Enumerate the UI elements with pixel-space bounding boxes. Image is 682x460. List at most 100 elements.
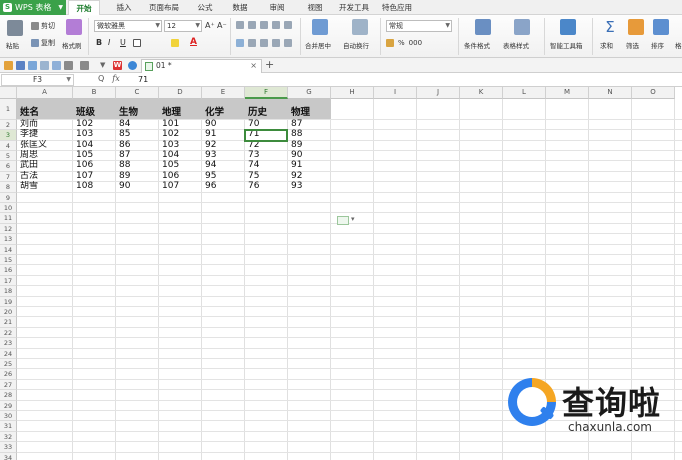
table-style-icon[interactable] [514,19,530,35]
row-header[interactable]: 26 [0,369,17,380]
row-header[interactable]: 2 [0,119,17,131]
row-header[interactable]: 30 [0,411,17,422]
name-box[interactable]: F3 ▼ [1,74,74,86]
row-header[interactable]: 1 [0,99,17,120]
bold-button[interactable]: B [96,38,102,47]
row-header[interactable]: 16 [0,265,17,276]
font-color-button[interactable]: A [190,37,197,47]
filter-button[interactable]: 筛选 [626,40,639,50]
print-preview-icon[interactable] [28,61,37,70]
undo-icon[interactable] [64,61,73,70]
indent-icon[interactable] [272,21,280,29]
column-header[interactable]: O [632,87,675,99]
row-header[interactable]: 14 [0,244,17,255]
formula-input[interactable]: 71 [138,74,148,86]
column-header[interactable]: G [288,87,331,99]
column-header[interactable]: I [374,87,417,99]
data-cell[interactable]: 90 [116,181,159,192]
data-cell[interactable]: 107 [159,181,202,192]
tab-developer[interactable]: 开发工具 [336,0,372,15]
paste-options-icon[interactable] [337,215,355,225]
font-size-select[interactable]: 12 ▼ [164,20,202,32]
row-header[interactable]: 4 [0,140,17,151]
tab-home[interactable]: 开始 [68,0,100,15]
format-button[interactable]: 格式 [675,40,682,50]
row-header[interactable]: 23 [0,338,17,349]
merge-center-icon[interactable] [312,19,328,35]
conditional-format-button[interactable]: 条件格式 [464,40,490,50]
row-header[interactable]: 11 [0,213,17,224]
row-header[interactable]: 21 [0,317,17,328]
row-header[interactable]: 27 [0,379,17,391]
row-header[interactable]: 32 [0,431,17,443]
smart-toolbox-button[interactable]: 智能工具箱 [550,40,583,50]
fill-color-button[interactable] [171,39,179,47]
row-header[interactable]: 12 [0,223,17,235]
row-header[interactable]: 8 [0,182,17,193]
sum-icon[interactable]: Σ [602,19,618,35]
app-menu-button[interactable]: S WPS 表格 ▼ [0,0,66,15]
data-cell[interactable]: 96 [202,181,245,192]
search-icon[interactable]: Q [98,74,104,83]
align-left-icon[interactable] [236,39,244,47]
format-painter-icon[interactable] [66,19,82,35]
redo-icon[interactable] [80,61,89,70]
select-all-corner[interactable] [0,87,17,99]
cut-button[interactable]: 剪切 [31,21,55,31]
row-header[interactable]: 7 [0,171,17,183]
column-header[interactable]: M [546,87,589,99]
row-header[interactable]: 18 [0,286,17,297]
header-cell[interactable]: 化学 [202,104,245,118]
column-header[interactable]: B [73,87,116,99]
align-top-icon[interactable] [236,21,244,29]
row-header[interactable]: 22 [0,327,17,339]
row-header[interactable]: 29 [0,400,17,411]
merge-center-button[interactable]: 合并居中 [305,40,331,50]
column-header[interactable]: C [116,87,159,99]
row-header[interactable]: 9 [0,192,17,203]
print-icon[interactable] [40,61,49,70]
row-header[interactable]: 19 [0,296,17,307]
filter-icon[interactable] [628,19,644,35]
column-header[interactable]: J [417,87,460,99]
column-header[interactable]: F [245,87,288,99]
data-cell[interactable]: 胡雪 [17,181,73,192]
row-header[interactable]: 10 [0,203,17,214]
tab-data[interactable]: 数据 [225,0,255,15]
align-bottom-icon[interactable] [260,21,268,29]
column-header[interactable]: L [503,87,546,99]
format-painter-button[interactable]: 格式刷 [62,40,82,50]
row-header[interactable]: 5 [0,151,17,162]
save-icon[interactable] [16,61,25,70]
copy-button[interactable]: 复制 [31,38,55,48]
tab-review[interactable]: 审阅 [262,0,292,15]
thousands-button[interactable]: 000 [409,39,422,47]
open-folder-icon[interactable] [4,61,13,70]
align-right-icon[interactable] [260,39,268,47]
table-style-button[interactable]: 表格样式 [503,40,529,50]
align-center-icon[interactable] [248,39,256,47]
currency-icon[interactable] [386,39,394,47]
data-cell[interactable]: 108 [73,181,116,192]
tab-view[interactable]: 视图 [300,0,330,15]
cloud-icon[interactable] [128,61,137,70]
font-shrink-button[interactable]: A⁻ [217,21,227,30]
header-cell[interactable]: 班级 [73,104,116,118]
wrap-text-button[interactable]: 自动换行 [343,40,369,50]
row-header[interactable]: 3 [0,130,17,141]
new-tab-button[interactable]: + [265,58,274,72]
font-grow-button[interactable]: A⁺ [205,21,215,30]
row-header[interactable]: 33 [0,442,17,453]
conditional-format-icon[interactable] [475,19,491,35]
wrap-text-icon[interactable] [352,19,368,35]
row-header[interactable]: 31 [0,421,17,432]
column-header[interactable]: K [460,87,503,99]
percent-button[interactable]: % [398,39,405,47]
row-header[interactable]: 28 [0,390,17,401]
data-cell[interactable]: 76 [245,181,288,192]
header-cell[interactable]: 地理 [159,104,202,118]
tab-page-layout[interactable]: 页面布局 [143,0,185,15]
column-header[interactable]: D [159,87,202,99]
tab-insert[interactable]: 插入 [108,0,140,15]
smart-toolbox-icon[interactable] [560,19,576,35]
